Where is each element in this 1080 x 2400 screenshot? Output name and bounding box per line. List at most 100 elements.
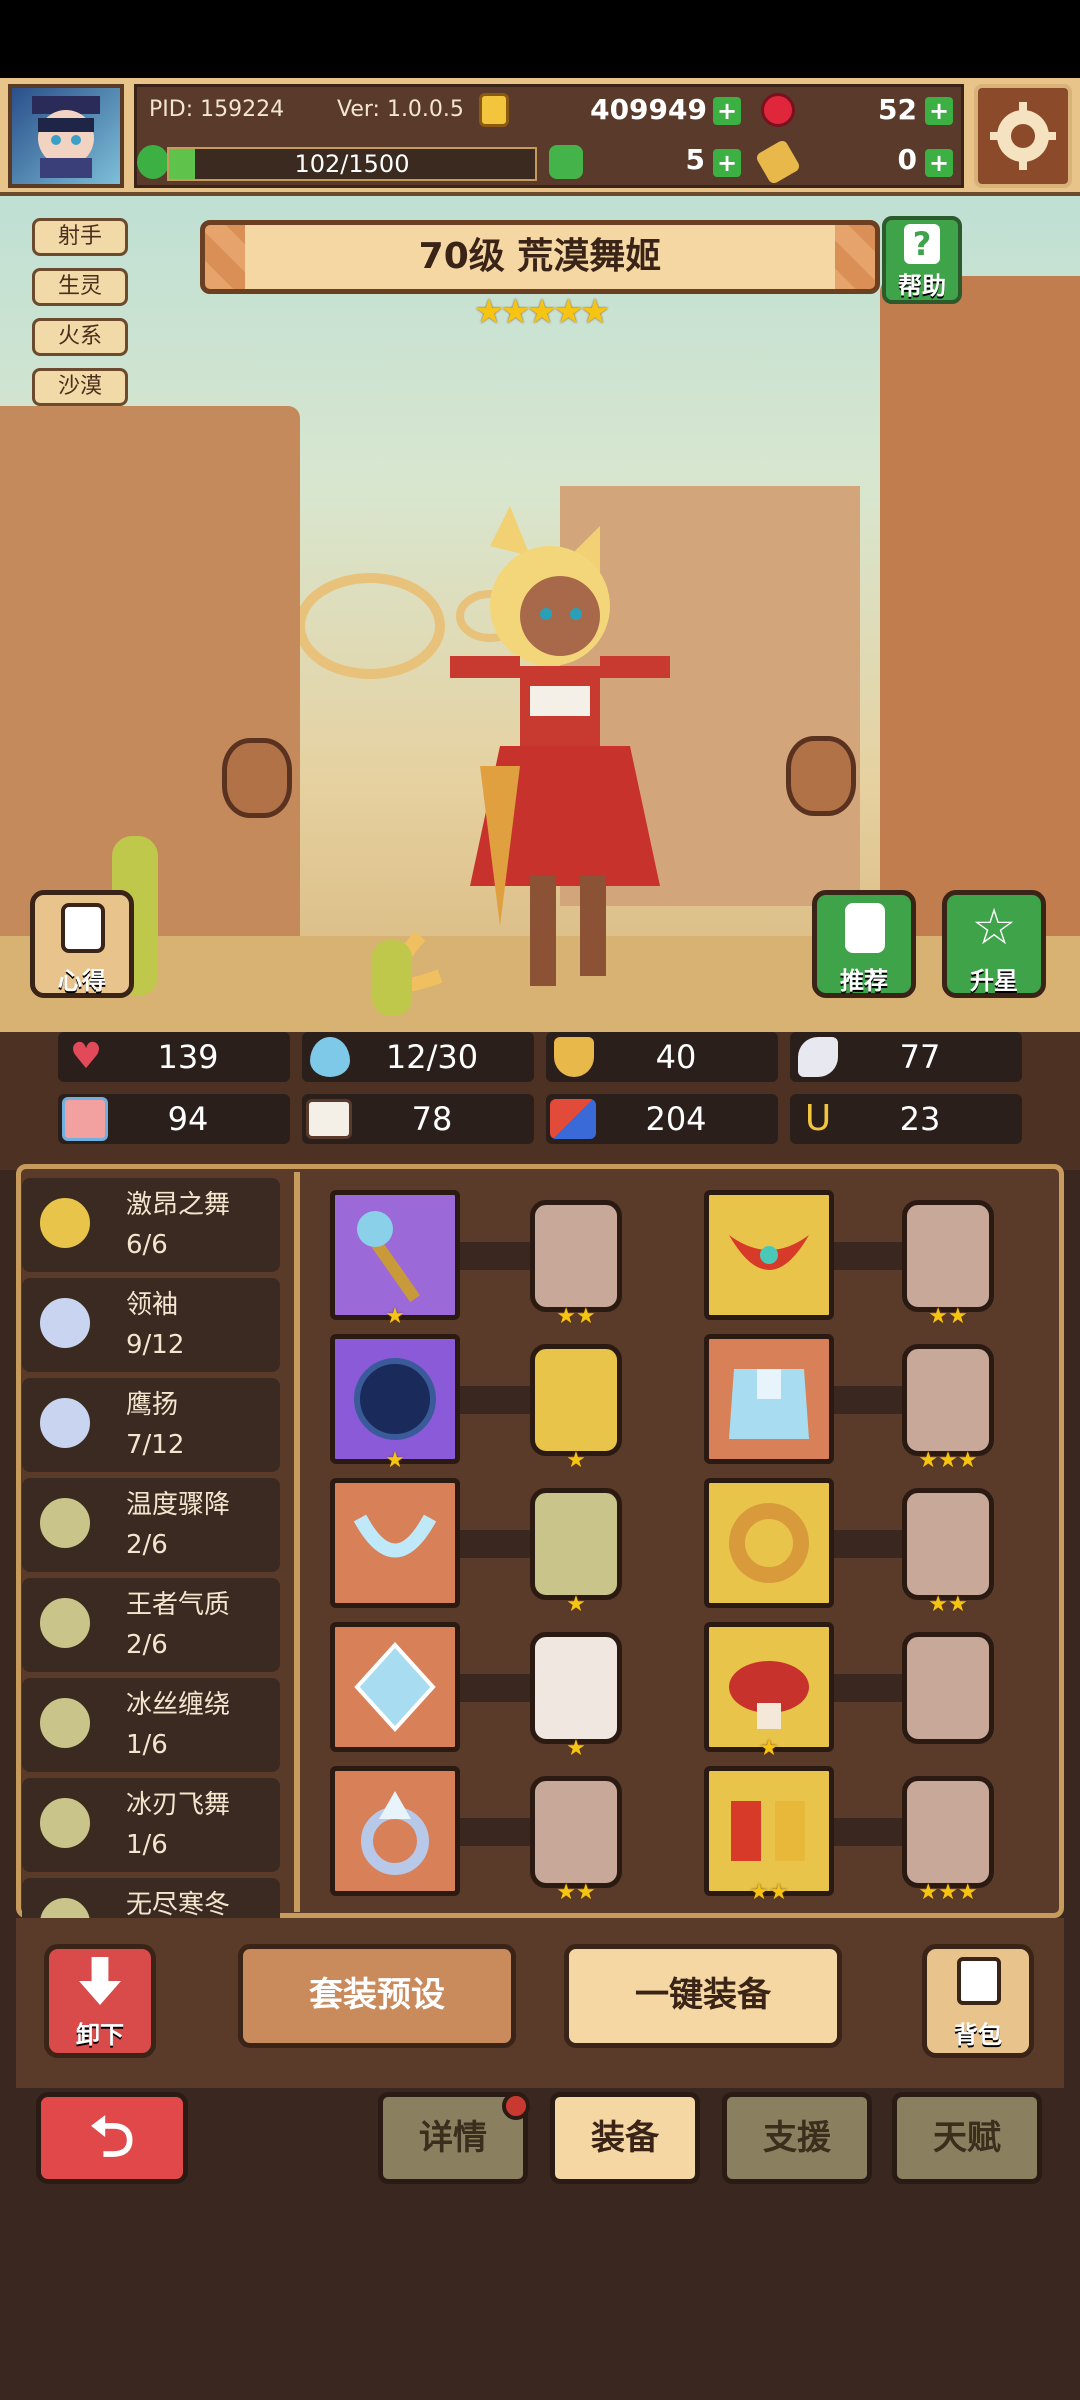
settings-button[interactable] [974,84,1072,188]
set-preset-button[interactable]: 套装预设 [238,1944,516,2048]
unequip-label: 卸下 [76,2021,124,2049]
rune-slot[interactable] [902,1632,994,1744]
rune-slot[interactable] [902,1200,994,1312]
set-item[interactable]: 无尽寒冬 [22,1878,280,1918]
stat-strength: 94 [58,1094,290,1144]
game-version: Ver: 1.0.0.5 [337,97,464,122]
tab-talent[interactable]: 天赋 [892,2092,1042,2184]
slot-stars: ★★ [928,1304,968,1329]
slot-stars: ★ [385,1448,405,1473]
set-item[interactable]: 鹰扬 7/12 [22,1378,280,1472]
rune-slot[interactable] [530,1488,622,1600]
notes-button[interactable]: 心得 [30,890,134,998]
slot-stars: ★★ [556,1304,596,1329]
ice-armor-icon [729,1369,809,1439]
rune-slot[interactable] [902,1776,994,1888]
exp-text: 102/1500 [294,150,410,178]
stat-speed-value: 77 [899,1038,941,1076]
rune-slot[interactable] [902,1488,994,1600]
rune-slot[interactable] [530,1632,622,1744]
set-bonus-list[interactable]: 激昂之舞 6/6 领袖 9/12 鹰扬 7/12 温度骤降 2/6 王者气质 2… [22,1178,284,1918]
slot-stars: ★ [566,1448,586,1473]
set-item[interactable]: 激昂之舞 6/6 [22,1178,280,1272]
hero-title-banner: 70级 荒漠舞姬 [200,220,880,294]
tab-support[interactable]: 支援 [722,2092,872,2184]
set-olive-coin-icon [36,1894,94,1918]
status-bar [0,0,1080,78]
rune-slot[interactable] [530,1200,622,1312]
slot-stars: ★ [566,1592,586,1617]
slot-connector [830,1674,906,1702]
recommend-button[interactable]: 推荐 [812,890,916,998]
hero-scene: 射手 生灵 火系 沙漠 70级 荒漠舞姬 ★★★★★ ? 帮助 心得 推荐 ☆ … [0,196,1080,1032]
set-item[interactable]: 冰刃飞舞 1/6 [22,1778,280,1872]
bag-button[interactable]: 背包 [922,1944,1034,2058]
key-icon [754,138,802,186]
floating-gem-right [786,736,856,816]
set-count: 1/6 [126,1730,168,1760]
star-up-label: 升星 [970,967,1018,995]
notes-label: 心得 [58,967,106,995]
equip-slot-ring[interactable] [330,1766,460,1896]
add-clover-button[interactable]: + [713,149,741,177]
equip-slot-bracelet[interactable] [704,1478,834,1608]
help-button[interactable]: ? 帮助 [882,216,962,304]
equip-slot-armor[interactable] [704,1334,834,1464]
back-button[interactable]: ⮌ [36,2092,188,2184]
rune-slot[interactable] [530,1344,622,1456]
hero-character-sprite[interactable] [300,506,740,1026]
set-count: 2/6 [126,1530,168,1560]
exp-leaf-icon [137,145,169,179]
set-name: 无尽寒冬 [126,1890,231,1918]
add-key-button[interactable]: + [925,149,953,177]
tab-equipment[interactable]: 装备 [550,2092,700,2184]
stat-power: 204 [546,1094,778,1144]
stat-intellect-value: 78 [411,1100,453,1138]
set-count: 1/6 [126,1830,168,1860]
set-name: 王者气质 [126,1590,231,1620]
exp-bar: 102/1500 [167,147,537,181]
rune-slot[interactable] [902,1344,994,1456]
tag-race: 生灵 [32,268,128,306]
unequip-button[interactable]: 卸下 [44,1944,156,2058]
equip-slot-collar[interactable] [704,1190,834,1320]
equip-slot-boots[interactable] [704,1766,834,1896]
equip-slot-weapon[interactable] [330,1190,460,1320]
gold-coin-icon [479,93,509,127]
hero-stats: ♥ 139 12/30 40 77 94 78 204 U 23 [0,1032,1080,1170]
equip-slot-belt[interactable] [704,1622,834,1752]
equipment-action-bar [16,1918,1064,2088]
add-ruby-button[interactable]: + [925,97,953,125]
bag-label: 背包 [954,2021,1002,2049]
floating-gem-left [222,738,292,818]
clover-amount: 5 [685,143,705,176]
star-up-icon: ☆ [971,898,1017,956]
equip-slot-orb[interactable] [330,1334,460,1464]
slot-stars: ★★★ [918,1448,978,1473]
auto-equip-button[interactable]: 一键装备 [564,1944,842,2048]
player-avatar[interactable] [8,84,124,188]
set-item[interactable]: 温度骤降 2/6 [22,1478,280,1572]
backpack-icon [957,1957,1001,2005]
set-item[interactable]: 领袖 9/12 [22,1278,280,1372]
set-olive-coin-icon [36,1694,94,1752]
slot-stars: ★★ [928,1592,968,1617]
key-amount: 0 [897,143,917,176]
stat-luck-value: 23 [899,1100,941,1138]
equip-slot-crystal[interactable] [330,1622,460,1752]
notes-icon [61,903,105,953]
set-count: 6/6 [126,1230,168,1260]
star-up-button[interactable]: ☆ 升星 [942,890,1046,998]
red-belt-icon [729,1661,809,1729]
set-count: 7/12 [126,1430,185,1460]
stat-defense: 40 [546,1032,778,1082]
equip-slot-necklace[interactable] [330,1478,460,1608]
set-name: 激昂之舞 [126,1190,231,1220]
slot-stars: ★ [385,1304,405,1329]
add-gold-button[interactable]: + [713,97,741,125]
set-item[interactable]: 王者气质 2/6 [22,1578,280,1672]
rune-slot[interactable] [530,1776,622,1888]
set-item[interactable]: 冰丝缠绕 1/6 [22,1678,280,1772]
recommend-label: 推荐 [840,967,888,995]
set-silver-coin-icon [36,1294,94,1352]
